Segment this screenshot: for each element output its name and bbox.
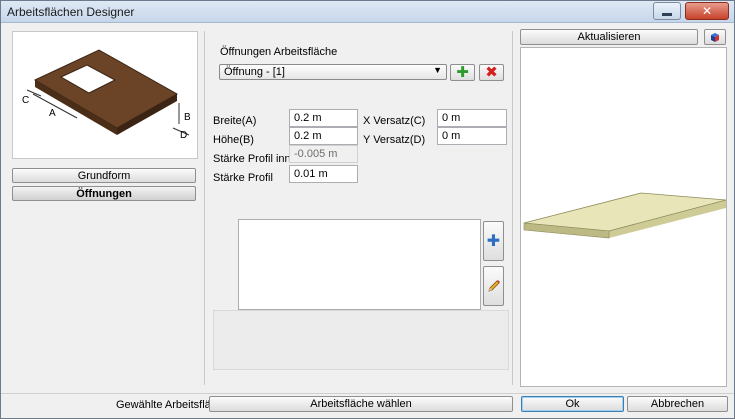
- add-item-button[interactable]: ✚: [483, 221, 504, 261]
- hoehe-input[interactable]: 0.2 m: [289, 127, 358, 145]
- label-a: A: [49, 108, 56, 119]
- label-d: D: [180, 130, 187, 141]
- title-bar: Arbeitsflächen Designer ✕: [1, 1, 734, 23]
- label-b: B: [184, 112, 191, 123]
- lower-panel: [213, 310, 509, 370]
- label-c: C: [22, 95, 29, 106]
- designer-window: Arbeitsflächen Designer ✕ C A B D Grundf…: [0, 0, 735, 419]
- right-separator: [512, 31, 513, 385]
- xversatz-label: X Versatz(C): [363, 115, 426, 127]
- staerke-input[interactable]: 0.01 m: [289, 165, 358, 183]
- pencil-icon: [487, 280, 500, 292]
- choose-surface-button[interactable]: Arbeitsfläche wählen: [209, 396, 513, 412]
- 3d-preview[interactable]: [520, 47, 727, 387]
- plus-icon: ✚: [456, 64, 469, 81]
- staerke-innen-input: -0.005 m: [289, 145, 358, 163]
- opening-listbox[interactable]: [238, 219, 481, 310]
- countertop-diagram-svg: C A B D: [22, 49, 191, 141]
- xversatz-input[interactable]: 0 m: [437, 109, 507, 127]
- close-icon: ✕: [701, 4, 713, 18]
- breite-input[interactable]: 0.2 m: [289, 109, 358, 127]
- footer-divider: [1, 393, 734, 394]
- left-panel: C A B D Grundform Öffnungen: [9, 31, 201, 385]
- minimize-button[interactable]: [653, 2, 681, 20]
- yversatz-input[interactable]: 0 m: [437, 127, 507, 145]
- countertop-diagram: C A B D: [12, 31, 198, 159]
- minimize-icon: [662, 12, 672, 16]
- hoehe-label: Höhe(B): [213, 134, 254, 146]
- countertop-3d-svg: [523, 192, 727, 239]
- close-button[interactable]: ✕: [685, 2, 729, 20]
- blue-plus-icon: ✚: [486, 233, 501, 250]
- grundform-button[interactable]: Grundform: [12, 168, 196, 183]
- staerke-label: Stärke Profil: [213, 172, 273, 184]
- left-separator: [204, 31, 205, 385]
- breite-label: Breite(A): [213, 115, 257, 127]
- cube-icon: [711, 33, 719, 42]
- cancel-button[interactable]: Abbrechen: [627, 396, 728, 412]
- opening-select-value: Öffnung - [1]: [224, 66, 285, 78]
- ok-button[interactable]: Ok: [521, 396, 624, 412]
- edit-item-button[interactable]: [483, 266, 504, 306]
- window-title: Arbeitsflächen Designer: [7, 5, 135, 19]
- opening-select[interactable]: Öffnung - [1] ▼: [219, 64, 447, 80]
- yversatz-label: Y Versatz(D): [363, 134, 426, 146]
- view-cube-button[interactable]: [704, 29, 726, 45]
- delete-opening-button[interactable]: ✖: [479, 64, 504, 81]
- add-opening-button[interactable]: ✚: [450, 64, 475, 81]
- oeffnungen-button[interactable]: Öffnungen: [12, 186, 196, 201]
- openings-group-label: Öffnungen Arbeitsfläche: [220, 46, 338, 58]
- delete-icon: ✖: [485, 64, 498, 81]
- dropdown-arrow-icon: ▼: [433, 65, 442, 75]
- refresh-button[interactable]: Aktualisieren: [520, 29, 698, 45]
